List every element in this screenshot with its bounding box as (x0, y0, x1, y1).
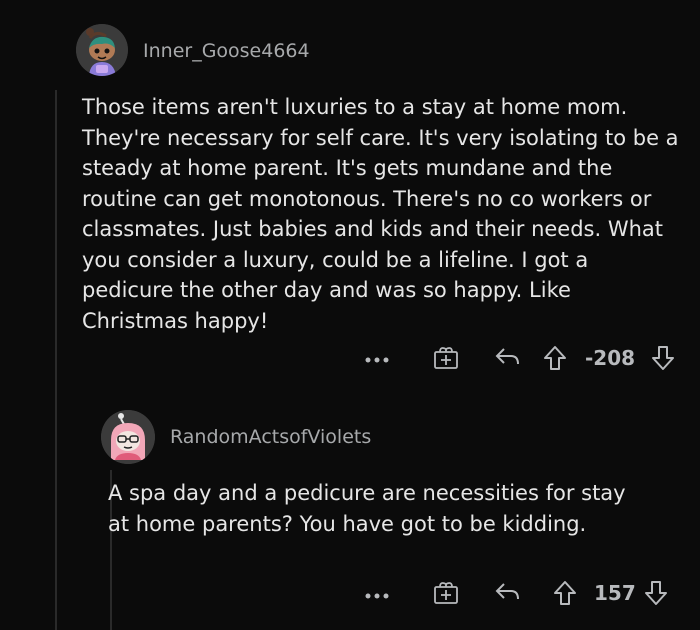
downvote-arrow-icon[interactable] (650, 344, 676, 376)
upvote-arrow-icon[interactable] (552, 579, 578, 611)
avatar[interactable] (76, 24, 128, 76)
more-options-icon[interactable] (364, 350, 390, 369)
upvote-arrow-icon[interactable] (542, 344, 568, 376)
username[interactable]: Inner_Goose4664 (143, 40, 310, 62)
snoo-avatar-icon (101, 410, 155, 464)
downvote-arrow-icon[interactable] (643, 579, 669, 611)
comment-body: Those items aren't luxuries to a stay at… (82, 95, 679, 333)
reply-arrow-icon[interactable] (494, 345, 522, 373)
thread-line (55, 90, 57, 630)
award-gift-icon[interactable] (432, 343, 460, 375)
snoo-avatar-icon (76, 24, 128, 76)
vote-score: 157 (594, 581, 636, 605)
reply-arrow-icon[interactable] (494, 580, 522, 608)
comment-body: A spa day and a pedicure are necessities… (108, 481, 626, 536)
username[interactable]: RandomActsofViolets (170, 426, 371, 448)
award-gift-icon[interactable] (432, 578, 460, 610)
more-options-icon[interactable] (364, 586, 390, 605)
avatar[interactable] (101, 410, 155, 464)
vote-score: -208 (585, 346, 636, 370)
